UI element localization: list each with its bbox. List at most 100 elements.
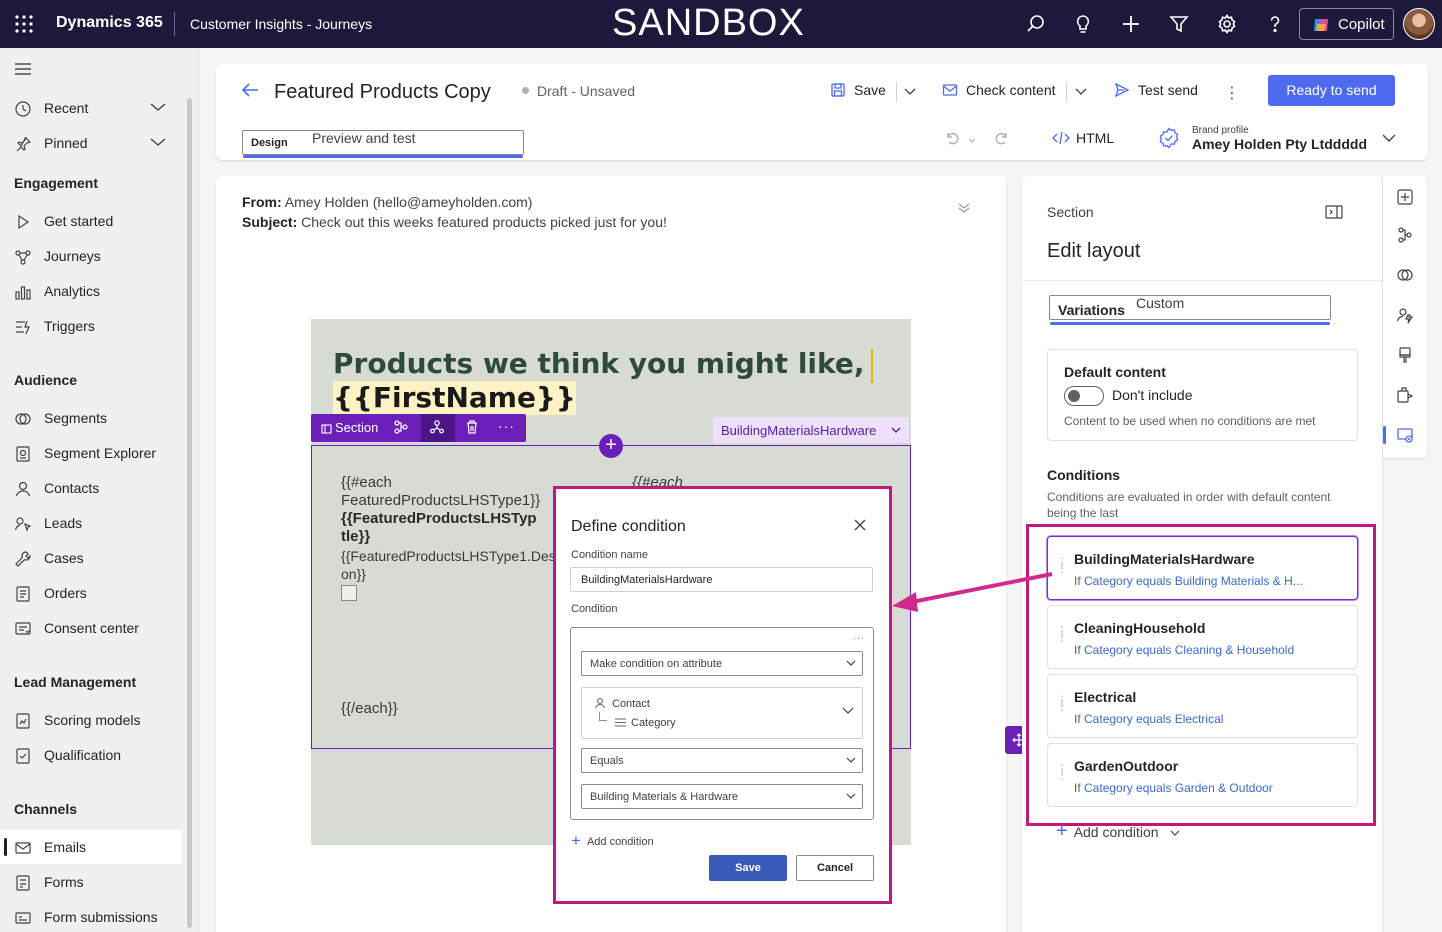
filter-icon[interactable] [1168,13,1190,35]
sidebar-item-cases[interactable]: Cases [0,541,182,575]
sidebar-item-pinned[interactable]: Pinned [0,126,182,160]
each-close-token: {{/each}} [341,700,398,717]
save-options-chevron-icon[interactable] [904,88,916,96]
sidebar-item-segments[interactable]: Segments [0,401,182,435]
include-default-toggle[interactable] [1064,386,1104,406]
firstname-token[interactable]: {{FirstName}} [333,381,576,415]
back-arrow-icon[interactable] [240,82,260,98]
styles-brush-icon[interactable] [1396,346,1414,364]
collapse-panel-icon[interactable] [1325,205,1343,219]
sidebar-item-orders[interactable]: Orders [0,576,182,610]
sidebar-item-get-started[interactable]: Get started [0,204,182,238]
attribute-picker[interactable]: Contact Category [581,687,863,739]
copilot-button[interactable]: Copilot [1299,8,1394,40]
assets-icon[interactable] [1396,386,1414,404]
tab-preview-and-test[interactable]: Preview and test [312,130,416,146]
plus-icon[interactable] [1120,13,1142,35]
user-avatar[interactable] [1403,8,1435,40]
more-icon[interactable]: ··· [498,418,515,434]
hamburger-icon[interactable] [14,62,32,76]
chevron-down-icon[interactable] [150,102,166,112]
condition-card-electrical[interactable]: ⋮ ⋮ Electrical If Category equals Electri… [1047,674,1358,738]
condition-rule-link[interactable]: Category equals Cleaning & Household [1084,643,1294,657]
copilot-rail-icon[interactable] [1396,266,1414,284]
app-area-name[interactable]: Customer Insights - Journeys [190,16,372,32]
brand-profile-chevron-icon[interactable] [1382,134,1396,143]
save-button[interactable]: Save [830,82,886,99]
search-icon[interactable] [1025,13,1047,35]
undo-icon[interactable] [944,130,960,146]
conditions-people-icon[interactable] [429,419,445,435]
check-content-button[interactable]: Check content [942,82,1056,99]
sidebar-item-segment-explorer[interactable]: Segment Explorer [0,436,182,470]
condition-more-icon[interactable]: ... [853,630,865,642]
condition-rule-link[interactable]: Category equals Building Materials & H..… [1084,574,1303,588]
waffle-icon[interactable] [14,14,34,34]
more-options-icon[interactable]: ⋮ [1224,83,1240,103]
condition-rule-link[interactable]: Category equals Garden & Outdoor [1084,781,1273,795]
cancel-button[interactable]: Cancel [796,855,874,881]
condition-card-building-materials[interactable]: ⋮ ⋮ BuildingMaterialsHardware If Category… [1047,536,1358,600]
settings-icon[interactable] [1216,13,1238,35]
expand-header-chevron-icon[interactable] [958,203,970,213]
sidebar-scrollbar[interactable] [187,98,192,928]
sidebar-item-journeys[interactable]: Journeys [0,239,182,273]
sidebar-item-triggers[interactable]: Triggers [0,309,182,343]
undo-chevron-icon[interactable] [968,138,976,144]
add-condition-button[interactable]: + Add condition [1056,820,1180,845]
drag-handle-icon[interactable]: ⋮ ⋮ [1056,694,1068,712]
sidebar-item-label: Contacts [44,480,100,496]
drag-handle-icon[interactable]: ⋮ ⋮ [1056,625,1068,643]
section-toolbar-label[interactable]: Section [321,420,378,435]
condition-rule-link[interactable]: Category equals Electrical [1084,712,1223,726]
brand-profile-name[interactable]: Amey Holden Pty Ltddddd [1192,136,1367,152]
sidebar-item-emails[interactable]: Emails [0,830,182,864]
condition-name-input[interactable]: BuildingMaterialsHardware [570,567,873,592]
broken-image-icon[interactable] [341,585,357,601]
email-headline[interactable]: Products we think you might like, [333,347,865,381]
sidebar: Recent Pinned Engagement Get started Jou… [0,48,199,932]
condition-name-label: Condition name [571,549,649,561]
operator-select[interactable]: Equals [581,748,863,773]
app-name[interactable]: Dynamics 365 [56,14,163,32]
tab-custom[interactable]: Custom [1136,295,1184,311]
sidebar-item-recent[interactable]: Recent [0,91,182,125]
condition-card-cleaning-household[interactable]: ⋮ ⋮ CleaningHousehold If Category equals … [1047,605,1358,669]
personalization-icon[interactable] [1396,306,1414,324]
sidebar-item-scoring-models[interactable]: Scoring models [0,703,182,737]
condition-card-garden-outdoor[interactable]: ⋮ ⋮ GardenOutdoor If Category equals Gard… [1047,743,1358,807]
structure-icon[interactable] [393,419,409,435]
sidebar-item-consent-center[interactable]: Consent center [0,611,182,645]
save-condition-button[interactable]: Save [709,855,787,881]
section-settings-icon[interactable] [1396,426,1414,444]
condition-type-select[interactable]: Make condition on attribute [581,651,863,676]
sidebar-item-forms[interactable]: Forms [0,865,182,899]
tab-variations[interactable]: Variations [1049,295,1331,325]
sidebar-item-label: Segment Explorer [44,445,157,461]
subject-line[interactable]: Subject: Check out this weeks featured p… [242,214,667,230]
test-send-button[interactable]: Test send [1114,82,1198,99]
sidebar-item-form-submissions[interactable]: Form submissions [0,900,182,932]
ready-to-send-button[interactable]: Ready to send [1268,75,1395,106]
redo-icon[interactable] [994,130,1010,146]
help-icon[interactable] [1264,13,1286,35]
lightbulb-icon[interactable] [1072,13,1094,35]
from-line[interactable]: From: Amey Holden (hello@ameyholden.com) [242,194,532,210]
add-element-button[interactable]: + [599,434,623,458]
add-element-icon[interactable] [1396,188,1414,206]
value-select[interactable]: Building Materials & Hardware [581,784,863,809]
drag-handle-icon[interactable]: ⋮ ⋮ [1056,556,1068,574]
delete-icon[interactable] [464,419,480,435]
html-button[interactable]: HTML [1076,130,1114,146]
sidebar-item-contacts[interactable]: Contacts [0,471,182,505]
check-content-chevron-icon[interactable] [1075,88,1087,96]
variation-selector[interactable]: BuildingMaterialsHardware [713,417,909,443]
sidebar-item-qualification[interactable]: Qualification [0,738,182,772]
tree-view-icon[interactable] [1396,226,1414,244]
sidebar-item-analytics[interactable]: Analytics [0,274,182,308]
drag-handle-icon[interactable]: ⋮ ⋮ [1056,763,1068,781]
add-condition-link[interactable]: + Add condition [571,831,654,852]
sidebar-item-leads[interactable]: Leads [0,506,182,540]
chevron-down-icon[interactable] [150,137,166,147]
close-icon[interactable] [854,519,866,531]
